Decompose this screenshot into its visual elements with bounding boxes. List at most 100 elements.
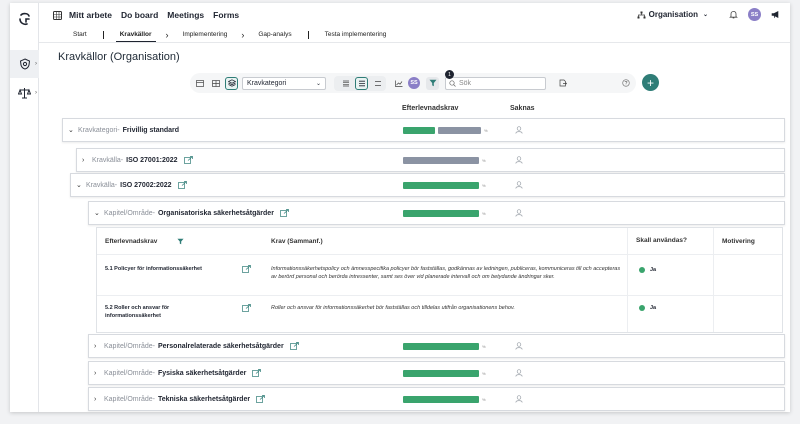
- req-skall[interactable]: Ja: [639, 304, 656, 312]
- external-link-icon[interactable]: [242, 265, 251, 273]
- table-view-icon: [211, 79, 220, 87]
- crumb-gap-analys[interactable]: Gap-analys: [254, 31, 295, 38]
- crumb-start[interactable]: Start: [69, 31, 91, 38]
- density-compact-button[interactable]: [339, 77, 352, 90]
- side-rail: › ›: [10, 3, 39, 412]
- tree-row[interactable]: › Kapitel/Område - Personalrelaterade säk…: [88, 334, 785, 358]
- search-icon: [449, 79, 456, 87]
- layers-icon: [227, 79, 236, 87]
- chevron-down-icon: ⌄: [702, 12, 708, 18]
- rail-item-compliance[interactable]: ›: [10, 79, 39, 107]
- filter-icon[interactable]: [177, 238, 184, 245]
- tree-row[interactable]: › Kapitel/Område - Tekniska säkerhetsåtgä…: [88, 387, 785, 411]
- expand-toggle-icon[interactable]: ⌄: [76, 181, 86, 189]
- search-input[interactable]: Sök: [445, 76, 546, 90]
- progress-percent: %: [482, 397, 486, 402]
- view-table-button[interactable]: [209, 77, 222, 90]
- shield-icon: [19, 58, 30, 70]
- tree-row[interactable]: › Kravkälla - ISO 27001:2022%: [76, 148, 785, 172]
- progress-percent: %: [482, 211, 486, 216]
- expand-toggle-icon[interactable]: ›: [94, 370, 104, 377]
- export-button[interactable]: [556, 77, 569, 90]
- crumb-implementering[interactable]: Implementering: [179, 31, 232, 38]
- expand-toggle-icon[interactable]: ⌄: [68, 126, 78, 134]
- progress-bar-green: [403, 370, 479, 377]
- req-summary: Roller och ansvar för informationssäkerh…: [271, 305, 515, 311]
- help-button[interactable]: [619, 77, 632, 90]
- scale-icon: [18, 88, 31, 99]
- person-icon[interactable]: [515, 156, 523, 164]
- expand-toggle-icon[interactable]: ⌄: [94, 209, 104, 217]
- expand-toggle-icon[interactable]: ›: [94, 343, 104, 350]
- tree-row[interactable]: ⌄ Kravkälla - ISO 27002:2022%: [70, 173, 785, 197]
- th-skall-anvandas[interactable]: Skall användas?: [636, 228, 696, 254]
- apps-grid-icon[interactable]: [53, 10, 62, 20]
- person-icon[interactable]: [515, 369, 523, 377]
- breadcrumb: Start Kravkällor › Implementering › Gap-…: [39, 27, 790, 43]
- progress-bar-green: [403, 343, 479, 350]
- external-link-icon[interactable]: [256, 395, 265, 403]
- megaphone-icon[interactable]: [771, 10, 780, 19]
- filter-count-badge: 1: [445, 70, 454, 79]
- progress-percent: %: [482, 371, 486, 376]
- person-icon[interactable]: [515, 342, 523, 350]
- row-name: ISO 27002:2022: [120, 181, 172, 189]
- th-krav-summary[interactable]: Krav (Sammanf.): [271, 228, 323, 254]
- external-link-icon[interactable]: [280, 209, 289, 217]
- person-icon[interactable]: [515, 181, 523, 189]
- group-by-select[interactable]: Kravkategori ⌄: [242, 76, 326, 90]
- external-link-icon[interactable]: [289, 342, 299, 350]
- person-icon[interactable]: [515, 209, 523, 217]
- view-layers-button[interactable]: [225, 76, 238, 90]
- user-avatar[interactable]: SS: [748, 8, 761, 21]
- person-icon[interactable]: [515, 395, 523, 403]
- nav-item-do-board[interactable]: Do board: [121, 10, 158, 20]
- external-link-icon[interactable]: [183, 156, 193, 164]
- col-efterlevnad: Efterlevnadskrav: [402, 105, 459, 112]
- bell-icon[interactable]: [729, 10, 738, 19]
- card-view-icon: [195, 79, 204, 87]
- tree-row[interactable]: ⌄ Kapitel/Område - Organisatoriska säkerh…: [88, 201, 785, 225]
- assignee-filter-avatar[interactable]: SS: [408, 77, 420, 89]
- view-card-button[interactable]: [193, 77, 206, 90]
- list-compact-icon: [342, 80, 349, 86]
- th-motivering[interactable]: Motivering: [722, 228, 755, 254]
- nav-item-forms[interactable]: Forms: [213, 10, 239, 20]
- progress-percent: %: [482, 344, 486, 349]
- org-selector[interactable]: Organisation ⌄: [637, 10, 708, 19]
- status-dot: [639, 266, 645, 273]
- top-icons: SS: [729, 8, 790, 21]
- req-title[interactable]: 5.1 Policyer för informationssäkerhet: [105, 265, 245, 273]
- row-sep: -: [152, 342, 155, 350]
- rail-item-standards[interactable]: ›: [10, 50, 39, 78]
- req-title[interactable]: 5.2 Roller och ansvar för informationssä…: [105, 304, 185, 320]
- list-wide-icon: [374, 80, 381, 86]
- th-efterlevnadskrav[interactable]: Efterlevnadskrav: [105, 228, 205, 254]
- tree-row[interactable]: ⌄ Kravkategori - Frivillig standard%: [62, 118, 785, 142]
- req-skall[interactable]: Ja: [639, 266, 656, 274]
- row-name: Fysiska säkerhetsåtgärder: [157, 369, 247, 377]
- chart-button[interactable]: [392, 77, 405, 90]
- org-chart-icon: [637, 11, 646, 18]
- group-by-value: Kravkategori: [247, 79, 287, 87]
- density-normal-button[interactable]: [355, 76, 368, 90]
- filter-button[interactable]: [426, 76, 439, 90]
- tree-row[interactable]: › Kapitel/Område - Fysiska säkerhetsåtgär…: [88, 361, 785, 385]
- expand-toggle-icon[interactable]: ›: [94, 396, 104, 403]
- person-icon[interactable]: [515, 126, 523, 134]
- list-normal-icon: [358, 80, 365, 86]
- density-comfortable-button[interactable]: [371, 77, 384, 90]
- row-sep: -: [152, 395, 155, 403]
- external-link-icon[interactable]: [242, 304, 251, 312]
- external-link-icon[interactable]: [252, 369, 262, 377]
- crumb-kravkallor[interactable]: Kravkällor: [115, 31, 156, 42]
- add-button[interactable]: +: [642, 74, 659, 91]
- external-link-icon[interactable]: [177, 181, 187, 189]
- main-nav: Mitt arbete Do board Meetings Forms: [69, 10, 248, 20]
- nav-item-meetings[interactable]: Meetings: [167, 10, 204, 20]
- expand-toggle-icon[interactable]: ›: [82, 157, 92, 164]
- row-sep: -: [117, 126, 120, 134]
- nav-item-mitt-arbete[interactable]: Mitt arbete: [69, 10, 112, 20]
- crumb-separator: [307, 30, 309, 39]
- crumb-testa-implementering[interactable]: Testa implementering: [321, 31, 391, 38]
